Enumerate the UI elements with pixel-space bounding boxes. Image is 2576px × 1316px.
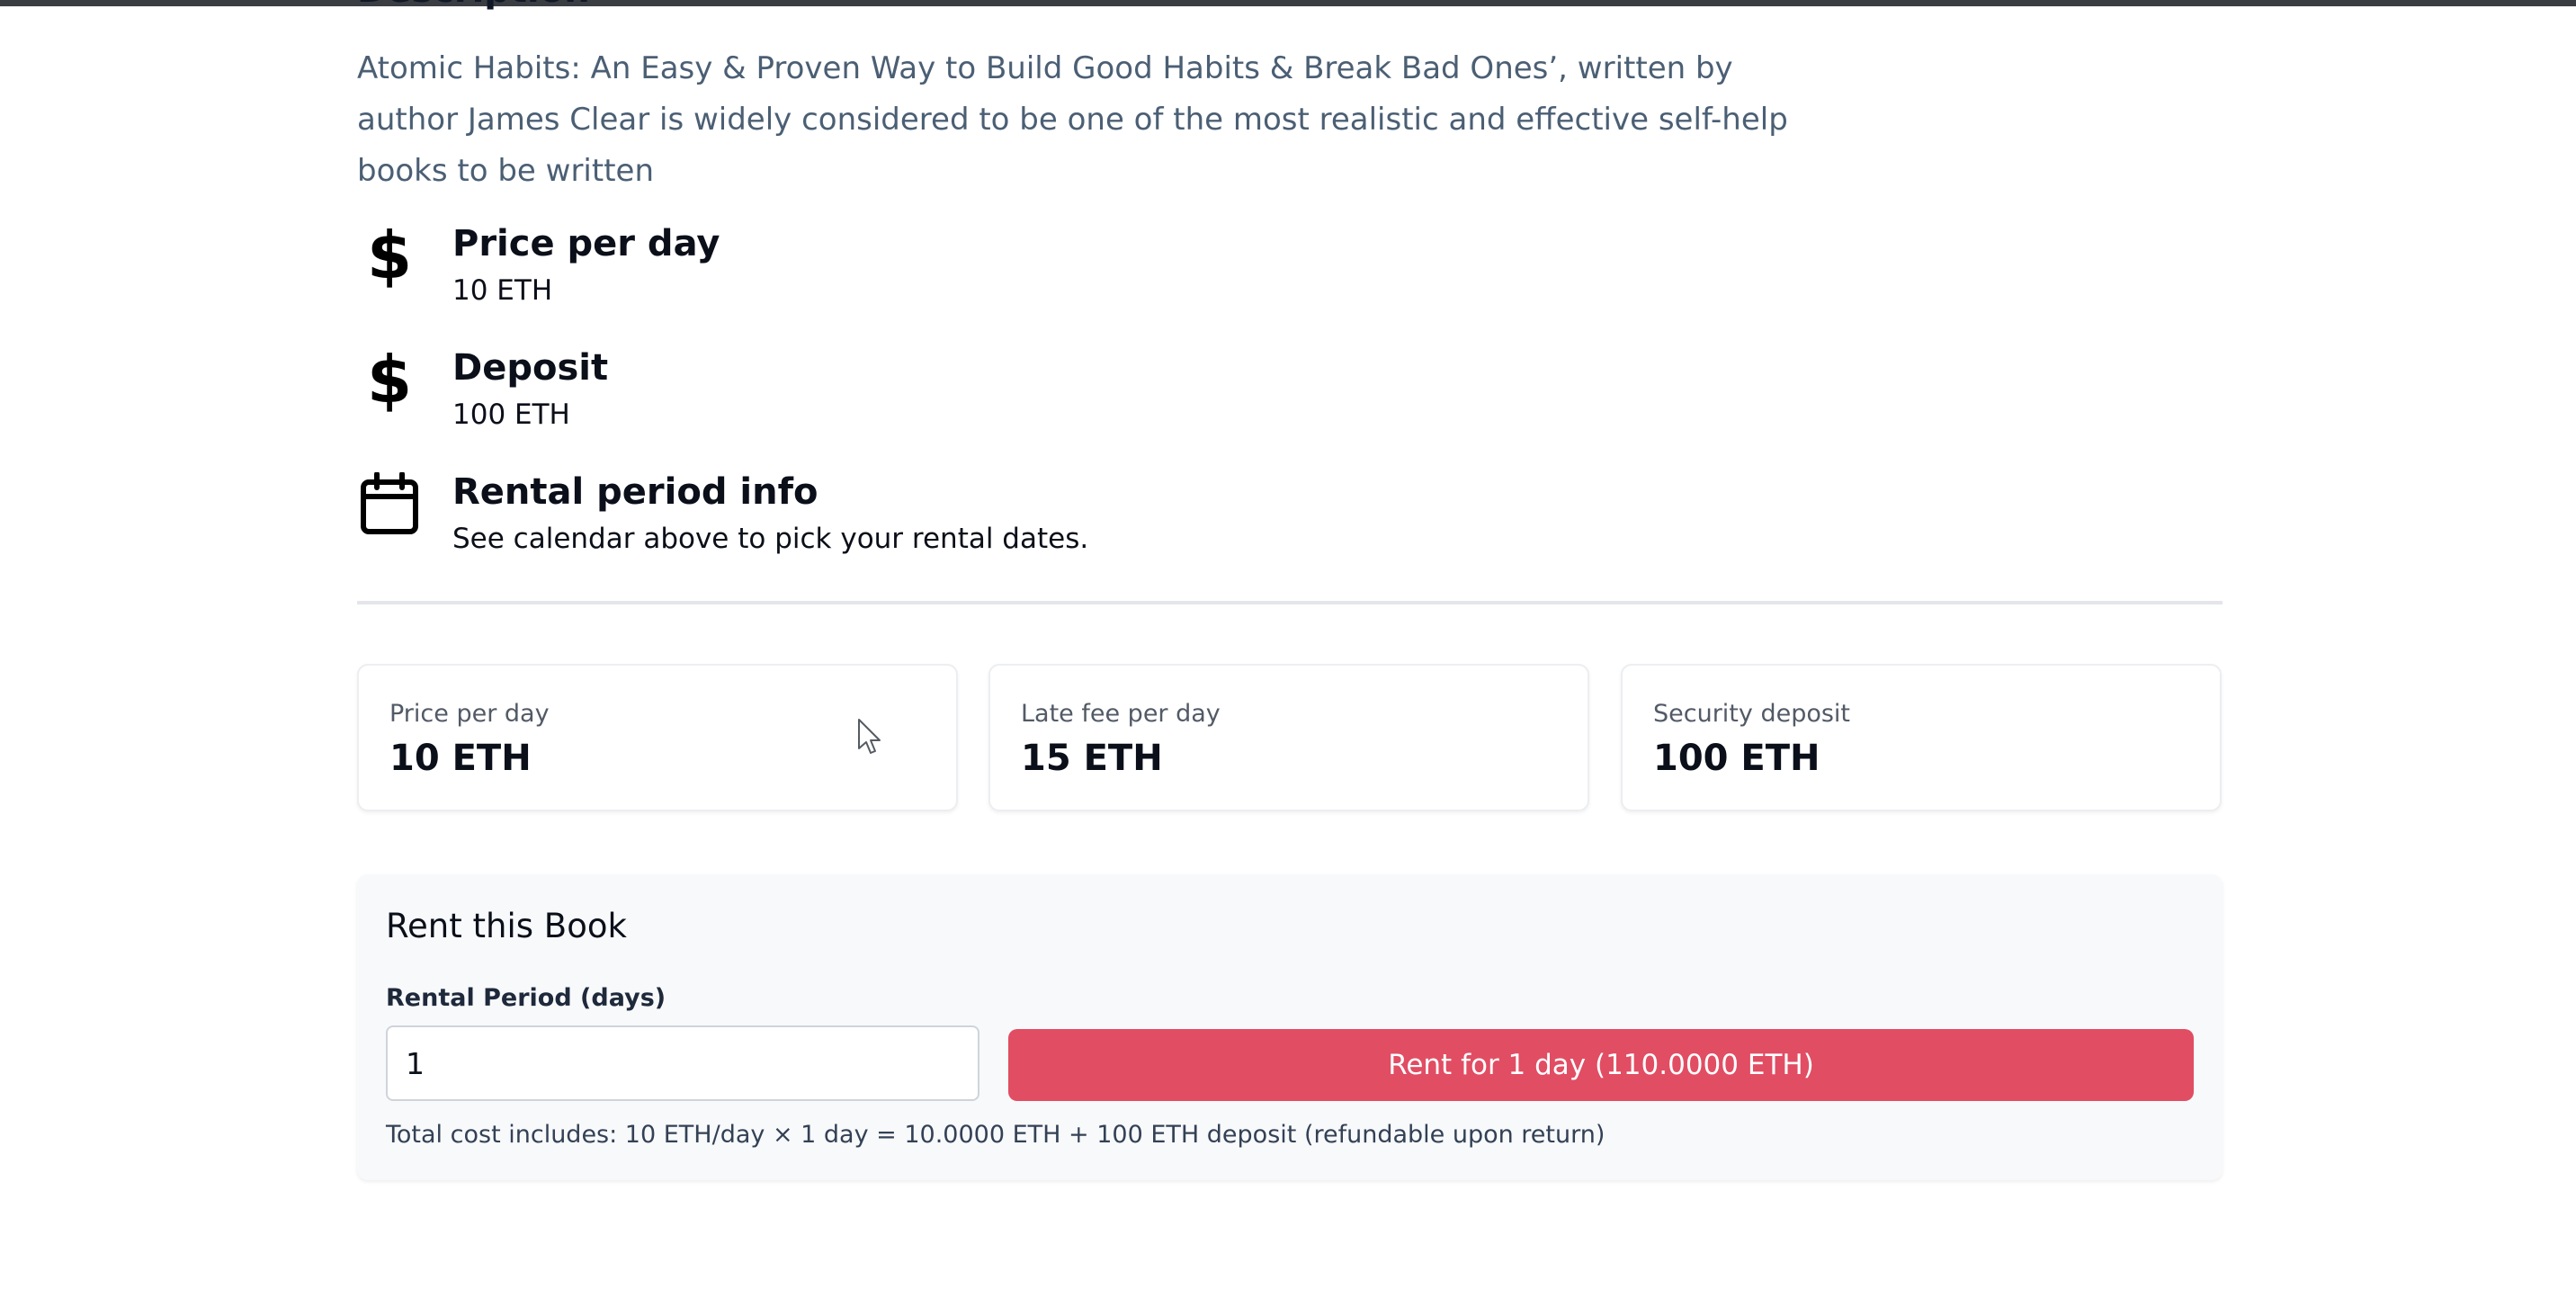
stat-label: Late fee per day xyxy=(1021,700,1221,728)
calendar-icon xyxy=(357,471,422,536)
mouse-cursor-icon xyxy=(858,719,881,754)
info-rental-period: Rental period info See calendar above to… xyxy=(357,471,1436,570)
rental-period-input[interactable] xyxy=(386,1025,979,1101)
rent-book-panel: Rent this Book Rental Period (days) Rent… xyxy=(357,874,2223,1180)
info-deposit-value: 100 ETH xyxy=(452,398,570,431)
section-divider xyxy=(357,601,2223,604)
book-description: Atomic Habits: An Easy & Proven Way to B… xyxy=(357,50,1788,189)
info-price-title: Price per day xyxy=(452,223,720,264)
info-rental-title: Rental period info xyxy=(452,471,818,513)
info-deposit: $ Deposit 100 ETH xyxy=(357,347,1436,446)
stat-label: Price per day xyxy=(389,700,550,728)
info-price-per-day: $ Price per day 10 ETH xyxy=(357,223,1436,322)
stat-card-late-fee: Late fee per day 15 ETH xyxy=(988,664,1589,811)
info-price-value: 10 ETH xyxy=(452,274,553,307)
info-rental-value: See calendar above to pick your rental d… xyxy=(452,523,1089,555)
dollar-icon: $ xyxy=(366,218,413,293)
rental-period-label: Rental Period (days) xyxy=(386,984,666,1012)
stat-label: Security deposit xyxy=(1653,700,1851,728)
total-cost-note: Total cost includes: 10 ETH/day × 1 day … xyxy=(386,1121,1606,1149)
description-heading-clipped: Description xyxy=(357,0,590,11)
info-deposit-title: Deposit xyxy=(452,347,609,389)
stat-card-security-deposit: Security deposit 100 ETH xyxy=(1621,664,2222,811)
rent-button[interactable]: Rent for 1 day (110.0000 ETH) xyxy=(1008,1029,2194,1101)
stat-value: 15 ETH xyxy=(1021,738,1163,779)
stat-value: 100 ETH xyxy=(1653,738,1820,779)
dollar-icon: $ xyxy=(366,342,413,417)
stat-value: 10 ETH xyxy=(389,738,532,779)
rent-panel-title: Rent this Book xyxy=(386,907,627,945)
